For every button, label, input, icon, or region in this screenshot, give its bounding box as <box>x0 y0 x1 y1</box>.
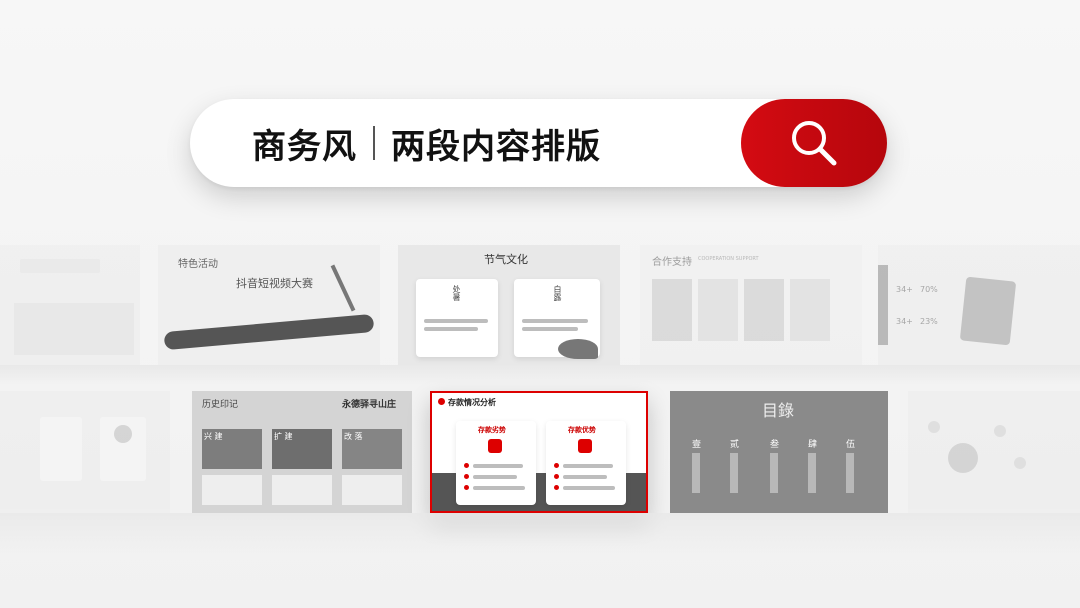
slide-node <box>994 425 1006 437</box>
search-subtitle: 两段内容排版 <box>391 126 601 167</box>
search-bar[interactable]: 商务风 两段内容排版 <box>190 99 887 187</box>
toc-item: 伍 <box>846 440 856 450</box>
photo-label: 改 落 <box>344 432 363 441</box>
slide-book-image <box>959 276 1017 346</box>
toc-item: 肆 <box>808 440 818 450</box>
slide-thumb-cooperation[interactable]: 合作支持 COOPERATION SUPPORT <box>640 245 862 365</box>
slide-heading: 抖音短视频大赛 <box>236 277 313 290</box>
slide-title: 特色活动 <box>178 259 218 270</box>
search-icon <box>792 121 837 166</box>
slide-side-bar <box>878 265 888 345</box>
toc-item: 叁 <box>770 440 780 450</box>
thumbs-up-icon <box>488 439 502 453</box>
slide-number: 34+ <box>896 285 913 294</box>
slide-number: 70% <box>920 285 938 294</box>
slide-title: 存款情况分析 <box>448 398 496 407</box>
slide-thumb-history[interactable]: 历史印记 永德驿寻山庄 兴 建 扩 建 改 落 <box>192 391 412 513</box>
slide-thumb-row2-edge-right[interactable] <box>908 391 1080 513</box>
toc-bar <box>808 453 816 493</box>
row1-reflection <box>0 365 1080 385</box>
slide-text-block <box>202 475 262 505</box>
slide-banner: 永德驿寻山庄 <box>342 400 397 410</box>
slide-subtext <box>252 291 312 295</box>
slide-node <box>928 421 940 433</box>
card-text <box>424 327 478 331</box>
slide-card-right: 存款优势 <box>546 421 626 505</box>
card-text <box>522 327 578 331</box>
row2-reflection <box>0 513 1080 553</box>
slide-number: 23% <box>920 317 938 326</box>
slide-thumb-deposit-analysis[interactable]: 存款情况分析 存款劣势 存款优势 <box>430 391 648 513</box>
slide-card-left: 存款劣势 <box>456 421 536 505</box>
slide-avatar <box>114 425 132 443</box>
toc-item: 壹 <box>692 440 702 450</box>
slide-column <box>652 279 692 341</box>
slide-pointer <box>330 264 356 312</box>
slide-thumb-row1-edge-right[interactable]: 34+ 70% 34+ 23% <box>878 245 1080 365</box>
photo-label: 扩 建 <box>274 432 293 441</box>
leaf-decoration <box>558 339 598 359</box>
slide-text-block <box>272 475 332 505</box>
bullet-list <box>464 463 525 490</box>
toc-bar <box>692 453 700 493</box>
slide-center-circle <box>948 443 978 473</box>
toc-item: 贰 <box>730 440 740 450</box>
slide-thumb-solar-terms[interactable]: 节气文化 处暑 白露 <box>398 245 620 365</box>
toc-bar <box>770 453 778 493</box>
slide-text-block <box>342 475 402 505</box>
slide-node <box>1014 457 1026 469</box>
search-query: 商务风 两段内容排版 <box>252 99 601 187</box>
slide-column <box>698 279 738 341</box>
card-label: 白露 <box>553 285 562 301</box>
slide-column <box>744 279 784 341</box>
card-label: 存款劣势 <box>478 426 506 434</box>
slide-thumb-activities[interactable]: 特色活动 抖音短视频大赛 <box>158 245 380 365</box>
slide-image <box>14 303 134 355</box>
search-button[interactable] <box>741 99 887 187</box>
toc-bar <box>730 453 738 493</box>
card-text <box>424 319 488 323</box>
slide-ribbon <box>163 313 375 351</box>
photo-label: 兴 建 <box>204 432 223 441</box>
slide-title: 目錄 <box>762 401 795 420</box>
slide-subtitle: COOPERATION SUPPORT <box>698 256 759 262</box>
card-label: 存款优势 <box>568 426 596 434</box>
toc-bar <box>846 453 854 493</box>
slide-header-bar <box>20 259 100 273</box>
slide-card-left: 处暑 <box>416 279 498 357</box>
card-label: 处暑 <box>452 285 461 301</box>
slide-thumb-row2-edge-left[interactable] <box>0 391 170 513</box>
slide-title: 节气文化 <box>484 253 528 266</box>
search-title: 商务风 <box>252 126 357 167</box>
slide-card <box>40 417 82 481</box>
slide-number: 34+ <box>896 317 913 326</box>
slide-title: 合作支持 <box>652 257 692 268</box>
slide-column <box>790 279 830 341</box>
bullet-list <box>554 463 615 490</box>
thumbs-down-icon <box>578 439 592 453</box>
slide-title: 历史印记 <box>202 400 239 410</box>
search-divider <box>373 126 375 160</box>
slide-thumb-row1-edge-left[interactable] <box>0 245 140 365</box>
slide-title-marker <box>438 398 445 405</box>
slide-thumb-contents[interactable]: 目錄 壹 贰 叁 肆 伍 <box>670 391 888 513</box>
card-text <box>522 319 588 323</box>
